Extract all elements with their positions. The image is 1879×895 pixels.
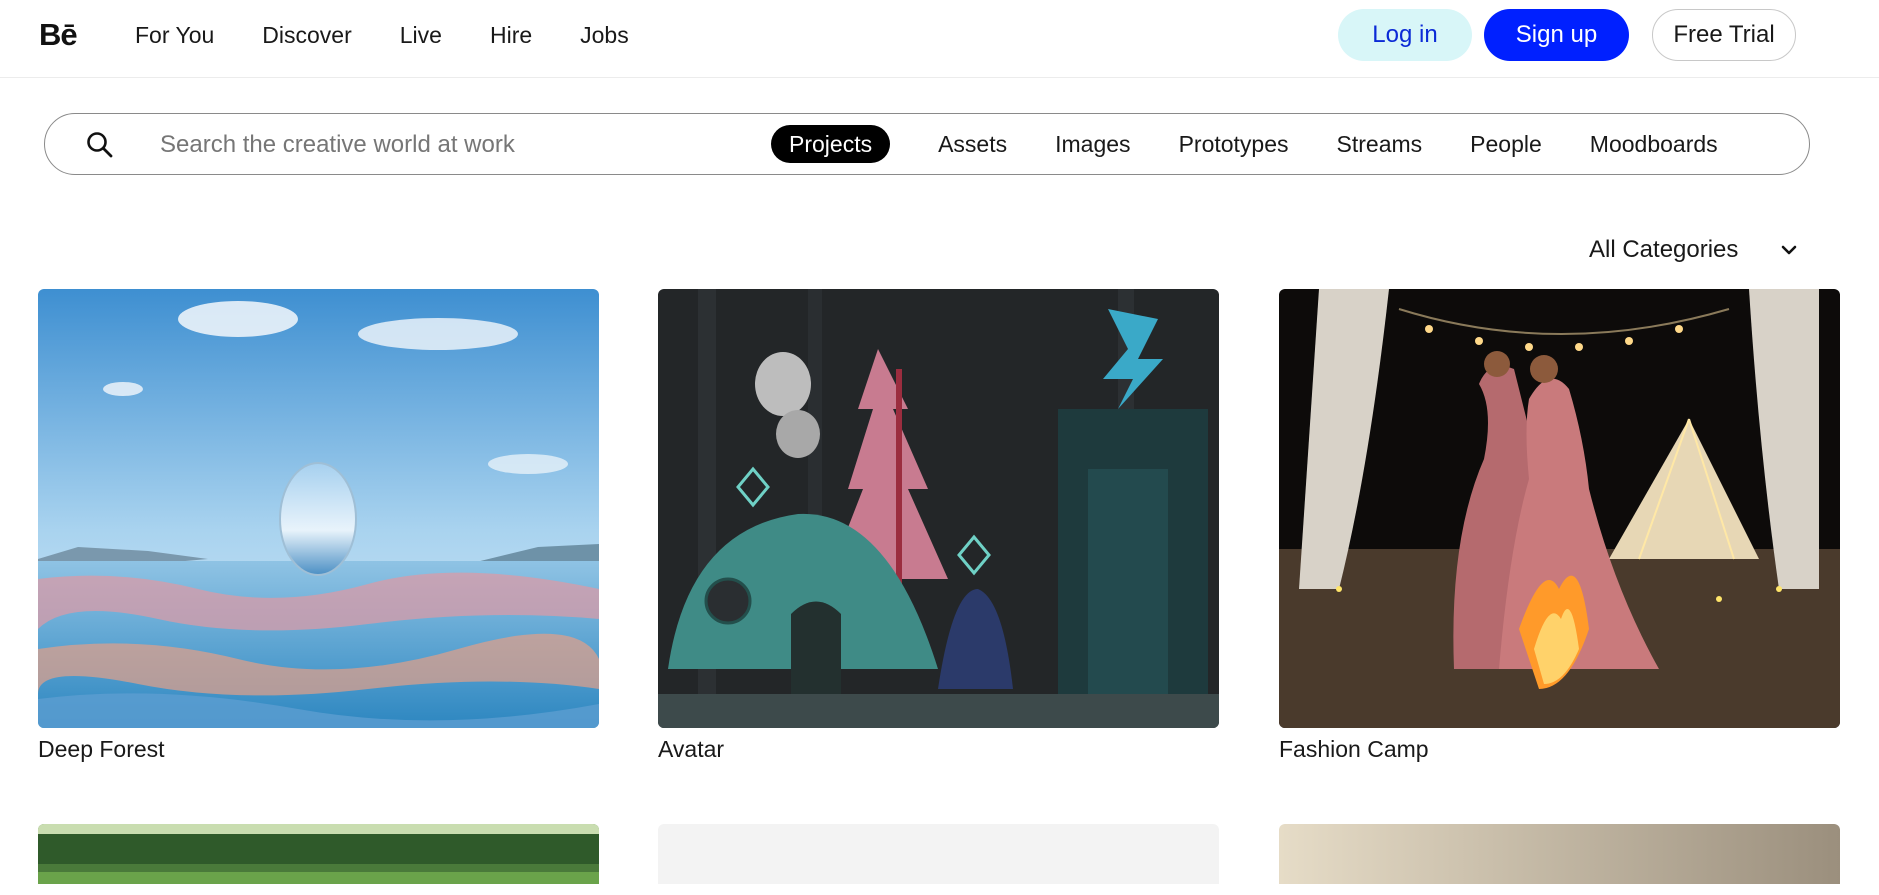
tab-projects[interactable]: Projects: [771, 125, 891, 163]
nav-item-for-you[interactable]: For You: [135, 22, 214, 49]
category-dropdown[interactable]: All Categories: [1589, 236, 1800, 264]
tab-people[interactable]: People: [1470, 125, 1542, 163]
project-title[interactable]: Deep Forest: [38, 736, 599, 763]
project-thumbnail[interactable]: [658, 289, 1219, 728]
site-header: Bē For You Discover Live Hire Jobs Log i…: [0, 0, 1879, 78]
tab-assets[interactable]: Assets: [938, 125, 1007, 163]
nav-item-jobs[interactable]: Jobs: [580, 22, 629, 49]
nav-item-hire[interactable]: Hire: [490, 22, 532, 49]
project-thumbnail[interactable]: [38, 289, 599, 728]
search-bar: Projects Assets Images Prototypes Stream…: [44, 113, 1810, 175]
project-title[interactable]: Fashion Camp: [1279, 736, 1840, 763]
project-card[interactable]: Fashion Camp: [1279, 289, 1840, 763]
chevron-down-icon: [1782, 245, 1797, 255]
project-thumbnail[interactable]: [1279, 824, 1840, 884]
tab-moodboards[interactable]: Moodboards: [1590, 125, 1718, 163]
free-trial-button[interactable]: Free Trial: [1652, 9, 1796, 61]
nav-item-live[interactable]: Live: [400, 22, 442, 49]
behance-logo[interactable]: Bē: [39, 17, 78, 53]
category-label: All Categories: [1589, 236, 1739, 263]
signup-button[interactable]: Sign up: [1484, 9, 1629, 61]
project-card[interactable]: Avatar: [658, 289, 1219, 763]
search-icon[interactable]: [85, 130, 115, 160]
login-button[interactable]: Log in: [1338, 9, 1472, 61]
project-thumbnail[interactable]: [38, 824, 599, 884]
search-input[interactable]: [160, 128, 760, 162]
project-thumbnail[interactable]: [1279, 289, 1840, 728]
project-title[interactable]: Avatar: [658, 736, 1219, 763]
tab-images[interactable]: Images: [1055, 125, 1130, 163]
main-nav: For You Discover Live Hire Jobs: [135, 22, 629, 49]
nav-item-discover[interactable]: Discover: [262, 22, 351, 49]
search-filter-tabs: Projects Assets Images Prototypes Stream…: [771, 125, 1718, 163]
tab-streams[interactable]: Streams: [1337, 125, 1423, 163]
project-card[interactable]: Deep Forest: [38, 289, 599, 763]
tab-prototypes[interactable]: Prototypes: [1179, 125, 1289, 163]
project-thumbnail[interactable]: [658, 824, 1219, 884]
